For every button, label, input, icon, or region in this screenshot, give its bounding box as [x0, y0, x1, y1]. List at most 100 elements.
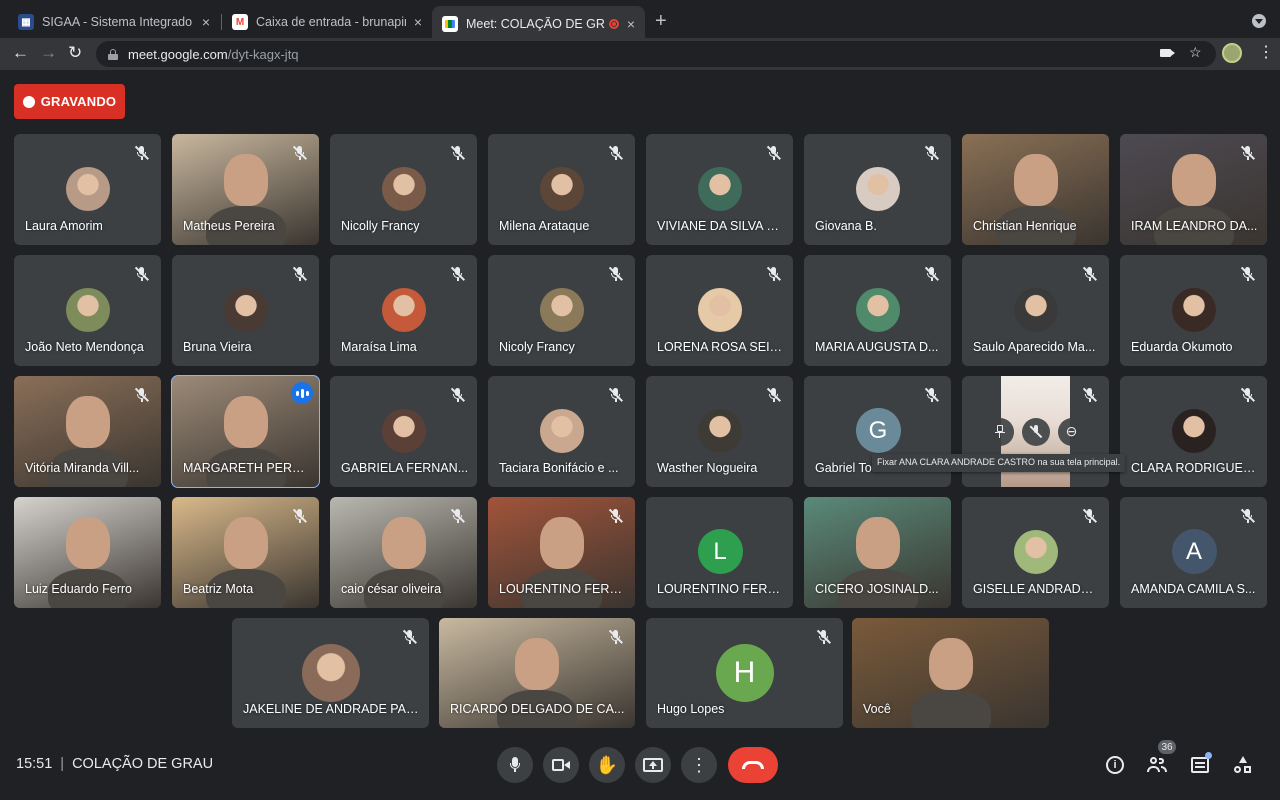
- url-path: /dyt-kagx-jtq: [227, 46, 299, 62]
- participant-name: Você: [863, 702, 891, 716]
- new-tab-button[interactable]: +: [655, 10, 667, 33]
- participant-name: João Neto Mendonça: [25, 340, 144, 354]
- mic-off-icon: [607, 507, 625, 525]
- participant-avatar: [1171, 288, 1216, 332]
- more-icon: ⋮: [690, 754, 708, 775]
- participant-tile[interactable]: Milena Arataque: [488, 134, 635, 245]
- tab-search-icon[interactable]: [1252, 14, 1266, 28]
- lock-icon[interactable]: [108, 48, 118, 60]
- mic-off-icon: [291, 507, 309, 525]
- participant-tile[interactable]: GISELLE ANDRADE ...: [962, 497, 1109, 608]
- activities-button[interactable]: [1232, 754, 1254, 776]
- participant-name: Saulo Aparecido Ma...: [973, 340, 1096, 354]
- raise-hand-icon: ✋: [595, 754, 619, 775]
- participant-name: RICARDO DELGADO DE CA...: [450, 702, 625, 716]
- participant-name: Vitória Miranda Vill...: [25, 461, 140, 475]
- recording-badge[interactable]: GRAVANDO: [14, 84, 125, 119]
- recording-label: GRAVANDO: [40, 94, 117, 109]
- participant-name: Christian Henrique: [973, 219, 1077, 233]
- tab-gmail[interactable]: M Caixa de entrada - brunapinotti ×: [222, 6, 432, 38]
- mic-off-icon: [401, 628, 419, 646]
- people-icon: [1147, 757, 1167, 773]
- meeting-details-button[interactable]: i: [1104, 754, 1126, 776]
- participant-avatar: [1171, 409, 1216, 453]
- tab-sigaa[interactable]: ▦ SIGAA - Sistema Integrado de ×: [8, 6, 220, 38]
- participant-tile[interactable]: Bruna Vieira: [172, 255, 319, 366]
- participant-avatar: [381, 409, 426, 453]
- participant-initial-avatar: L: [697, 529, 743, 574]
- participant-tile[interactable]: A AMANDA CAMILA S...: [1120, 497, 1267, 608]
- participant-tile[interactable]: LOURENTINO FERR...: [488, 497, 635, 608]
- participant-tile[interactable]: CLARA RODRIGUES...: [1120, 376, 1267, 487]
- participant-tile[interactable]: GABRIELA FERNAN...: [330, 376, 477, 487]
- participant-name: CLARA RODRIGUES...: [1131, 461, 1259, 475]
- close-icon[interactable]: ×: [202, 14, 210, 30]
- participant-name: Taciara Bonifácio e ...: [499, 461, 619, 475]
- participant-tile[interactable]: Vitória Miranda Vill...: [14, 376, 161, 487]
- participant-tile[interactable]: H Hugo Lopes: [646, 618, 843, 728]
- people-count-badge: 36: [1158, 740, 1176, 754]
- participant-avatar: [697, 409, 742, 453]
- participant-tile[interactable]: caio césar oliveira: [330, 497, 477, 608]
- pin-tooltip: Fixar ANA CLARA ANDRADE CASTRO na sua te…: [872, 454, 1126, 472]
- camera-button[interactable]: [543, 747, 579, 783]
- present-button[interactable]: [635, 747, 671, 783]
- reload-icon[interactable]: ↻: [68, 43, 82, 63]
- participant-tile[interactable]: LORENA ROSA SEIX...: [646, 255, 793, 366]
- pin-icon[interactable]: [985, 417, 1014, 446]
- mic-off-icon: [133, 265, 151, 283]
- participant-tile[interactable]: Taciara Bonifácio e ...: [488, 376, 635, 487]
- tab-title: SIGAA - Sistema Integrado de: [42, 15, 194, 29]
- close-icon[interactable]: ×: [414, 14, 422, 30]
- participant-tile[interactable]: CICERO JOSINALD...: [804, 497, 951, 608]
- people-button[interactable]: [1146, 754, 1168, 776]
- participant-avatar: [855, 167, 900, 211]
- participant-tile[interactable]: Matheus Pereira: [172, 134, 319, 245]
- participant-avatar: [697, 167, 742, 211]
- participant-tile[interactable]: Eduarda Okumoto: [1120, 255, 1267, 366]
- participant-initial-avatar: G: [855, 408, 901, 453]
- remove-icon[interactable]: ⊖: [1057, 417, 1086, 446]
- participant-name: Matheus Pereira: [183, 219, 275, 233]
- participant-tile[interactable]: Saulo Aparecido Ma...: [962, 255, 1109, 366]
- participant-name: Eduarda Okumoto: [1131, 340, 1233, 354]
- participant-tile[interactable]: JAKELINE DE ANDRADE PAC...: [232, 618, 429, 728]
- address-bar[interactable]: meet.google.com/dyt-kagx-jtq: [96, 41, 1216, 67]
- profile-avatar[interactable]: [1222, 43, 1242, 63]
- participant-tile[interactable]: João Neto Mendonça: [14, 255, 161, 366]
- participant-tile[interactable]: Você: [852, 618, 1049, 728]
- tab-meet[interactable]: Meet: COLAÇÃO DE GRAU ×: [432, 6, 645, 42]
- participant-tile[interactable]: Beatriz Mota: [172, 497, 319, 608]
- participant-name: Wasther Nogueira: [657, 461, 758, 475]
- participant-tile[interactable]: Luiz Eduardo Ferro: [14, 497, 161, 608]
- participant-tile[interactable]: Nicoly Francy: [488, 255, 635, 366]
- mic-icon: [508, 756, 522, 774]
- forward-icon[interactable]: →: [40, 43, 57, 63]
- participant-tile[interactable]: Wasther Nogueira: [646, 376, 793, 487]
- participant-tile[interactable]: L LOURENTINO FERR...: [646, 497, 793, 608]
- raise-hand-button[interactable]: ✋: [589, 747, 625, 783]
- participant-tile[interactable]: Laura Amorim: [14, 134, 161, 245]
- mic-button[interactable]: [497, 747, 533, 783]
- participant-tile[interactable]: MARIA AUGUSTA D...: [804, 255, 951, 366]
- participant-tile[interactable]: Nicolly Francy: [330, 134, 477, 245]
- close-icon[interactable]: ×: [627, 16, 635, 32]
- participant-tile[interactable]: Maraísa Lima: [330, 255, 477, 366]
- participant-tile[interactable]: Giovana B.: [804, 134, 951, 245]
- participant-tile[interactable]: RICARDO DELGADO DE CA...: [439, 618, 635, 728]
- camera-in-use-icon[interactable]: [1160, 44, 1175, 60]
- mic-off-icon: [1239, 507, 1257, 525]
- more-options-button[interactable]: ⋮: [681, 747, 717, 783]
- participant-tile[interactable]: MARGARETH PEREI...: [171, 375, 320, 488]
- participant-tile[interactable]: Christian Henrique: [962, 134, 1109, 245]
- participant-tile[interactable]: VIVIANE DA SILVA PI...: [646, 134, 793, 245]
- browser-menu-icon[interactable]: ⋮: [1258, 42, 1274, 62]
- back-icon[interactable]: ←: [12, 43, 29, 63]
- mic-off-icon: [923, 144, 941, 162]
- mic-off-icon: [765, 386, 783, 404]
- mute-participant-icon[interactable]: [1021, 417, 1050, 446]
- participant-name: JAKELINE DE ANDRADE PAC...: [243, 702, 421, 716]
- end-call-button[interactable]: [728, 747, 778, 783]
- bookmark-star-icon[interactable]: ☆: [1189, 44, 1202, 61]
- participant-tile[interactable]: IRAM LEANDRO DA...: [1120, 134, 1267, 245]
